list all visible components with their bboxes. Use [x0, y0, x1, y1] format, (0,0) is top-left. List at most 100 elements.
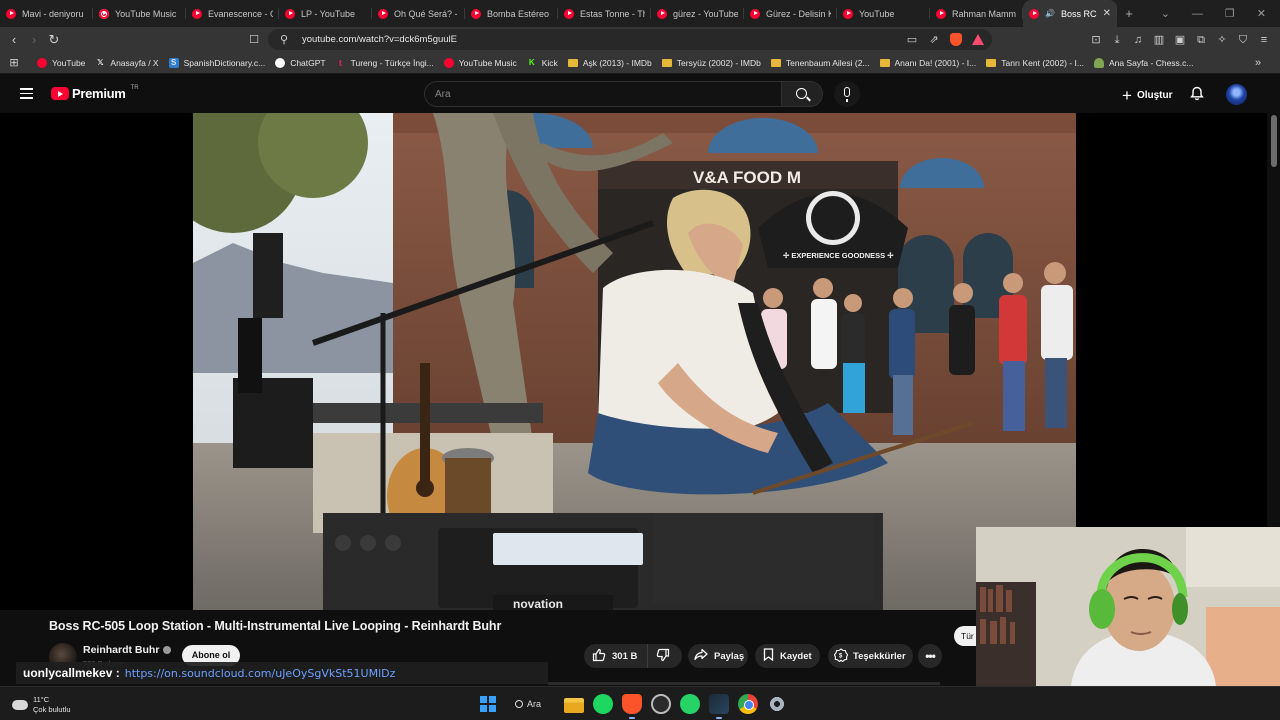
back-icon[interactable]: ‹ [4, 32, 24, 47]
video-frame-image: V&A FOOD M ✢ EXPERIENCE GOODNESS ✢ novat… [193, 113, 1076, 610]
account-avatar[interactable] [1226, 84, 1247, 105]
super-thanks-icon: $ [833, 647, 849, 665]
split-view-icon[interactable]: ▥ [1153, 34, 1165, 46]
sidebar-toggle-icon[interactable]: ⊡ [1090, 34, 1102, 46]
thanks-label: Teşekkürler [853, 650, 906, 662]
forward-icon[interactable]: › [24, 32, 44, 47]
browser-tab[interactable]: Oh Qué Será? - Y [372, 0, 465, 27]
whatsapp-icon[interactable] [680, 694, 700, 714]
notifications-bell-icon[interactable] [1190, 86, 1204, 101]
browser-tab[interactable]: Estas Tonne - Th [558, 0, 651, 27]
bookmark-item[interactable]: YouTube [32, 57, 90, 68]
spotify-icon[interactable] [593, 694, 613, 714]
browser-tab[interactable]: Rahman Mamm [930, 0, 1023, 27]
brave-shields-icon[interactable] [950, 33, 962, 46]
steam-icon[interactable] [709, 694, 729, 719]
scrollbar-thumb[interactable] [1271, 115, 1277, 167]
close-tab-icon[interactable]: ✕ [1103, 8, 1111, 19]
maximize-icon[interactable]: ❐ [1225, 7, 1235, 20]
site-info-icon[interactable]: ⚲ [278, 34, 290, 46]
close-window-icon[interactable]: ✕ [1257, 7, 1266, 20]
apps-grid-icon[interactable]: ⊞ [8, 57, 20, 69]
webcam-overlay [976, 527, 1280, 686]
browser-tab[interactable]: Evanescence - G [186, 0, 279, 27]
bookmark-item[interactable]: Ananı Da! (2001) - I... [875, 58, 982, 68]
browser-tab[interactable]: 🔊 Boss RC- ✕ [1023, 0, 1117, 27]
media-control-icon[interactable]: ♫ [1132, 34, 1144, 46]
youtube-icon [750, 8, 760, 19]
browser-tab[interactable]: YouTube Music [93, 0, 186, 27]
settings-gear-icon[interactable] [767, 694, 787, 714]
gpt-icon [275, 57, 286, 68]
tab-search-icon[interactable]: ⌄ [1161, 7, 1170, 20]
tab-list: Mavi - deniyoru YouTube Music Evanescence … [0, 0, 1117, 27]
tab-label: YouTube [859, 8, 895, 19]
weather-widget[interactable]: 11°C Çok bulutlu [12, 695, 71, 714]
taskbar-search[interactable]: Ara [507, 694, 555, 714]
bookmark-item[interactable]: 𝕏 Anasayfa / X [90, 58, 163, 68]
microphone-icon [844, 87, 850, 102]
voice-search-button[interactable] [834, 81, 860, 107]
youtube-header: Premium TR + Oluştur [0, 75, 1280, 113]
wallet-icon[interactable]: ▣ [1174, 34, 1186, 46]
weather-temperature: 11°C [33, 695, 50, 704]
dislike-button[interactable] [648, 648, 678, 665]
download-icon[interactable]: ⤓ [1111, 34, 1123, 46]
youtube-premium-logo[interactable]: Premium TR [51, 85, 139, 101]
channel-name[interactable]: Reinhardt Buhr [83, 644, 159, 656]
channel-name-row[interactable]: Reinhardt Buhr [83, 644, 172, 656]
thanks-button[interactable]: $ Teşekkürler [828, 644, 913, 668]
share-button[interactable]: Paylaş [688, 644, 748, 668]
save-label: Kaydet [780, 650, 812, 662]
browser-tab[interactable]: YouTube [837, 0, 930, 27]
new-tab-button[interactable]: + [1117, 6, 1141, 21]
leo-ai-icon[interactable]: ✧ [1216, 34, 1228, 46]
bookmark-page-icon[interactable]: ☐ [244, 33, 264, 46]
chrome-icon[interactable] [738, 694, 758, 714]
bookmark-label: SpanishDictionary.c... [183, 57, 266, 68]
bookmark-item[interactable]: Aşk (2013) - IMDb [563, 58, 657, 68]
bookmark-item[interactable]: Tanrı Kent (2002) - I... [981, 58, 1089, 68]
bookmark-label: Anasayfa / X [110, 57, 159, 68]
windows-start-icon[interactable] [478, 694, 498, 714]
bookmark-item[interactable]: Tenenbaum Ailesi (2... [766, 58, 875, 68]
guide-menu-icon[interactable] [20, 88, 33, 99]
browser-tab[interactable]: Gürez - Delisin K [744, 0, 837, 27]
bookmark-item[interactable]: Tersyüz (2002) - IMDb [657, 58, 766, 68]
share-arrow-icon [694, 648, 708, 664]
address-bar[interactable]: ⚲ youtube.com/watch?v=dck6m5guulE ▭ ⇗ [268, 29, 992, 50]
like-button[interactable]: 301 B [584, 644, 649, 668]
folder-icon [879, 58, 890, 67]
vpn-icon[interactable]: ⛉ [1237, 34, 1249, 46]
file-explorer-icon[interactable] [564, 698, 584, 713]
bookmark-item[interactable]: S SpanishDictionary.c... [164, 57, 271, 68]
browser-tab[interactable]: LP - YouTube [279, 0, 372, 27]
video-player[interactable]: V&A FOOD M ✢ EXPERIENCE GOODNESS ✢ novat… [193, 113, 1076, 610]
reload-icon[interactable]: ↻ [44, 32, 64, 48]
browser-menu-icon[interactable]: ≡ [1258, 34, 1270, 46]
browser-tab[interactable]: Mavi - deniyoru [0, 0, 93, 27]
search-input[interactable] [435, 88, 781, 100]
search-button[interactable] [781, 81, 823, 107]
bookmark-item[interactable]: ChatGPT [270, 57, 330, 68]
steam-alt-icon[interactable] [651, 694, 671, 714]
chat-link[interactable]: https://on.soundcloud.com/uJeOySgVkSt51U… [125, 667, 396, 680]
create-button[interactable]: + Oluştur [1116, 84, 1179, 106]
bookmark-item[interactable]: Ana Sayfa - Chess.c... [1089, 57, 1199, 68]
browser-tab[interactable]: gürez - YouTube [651, 0, 744, 27]
browser-tab[interactable]: Bomba Estéreo - [465, 0, 558, 27]
cast-icon[interactable]: ▭ [906, 34, 918, 46]
brave-browser-icon[interactable] [622, 694, 642, 719]
brave-rewards-icon[interactable] [972, 34, 984, 45]
share-page-icon[interactable]: ⇗ [928, 34, 940, 46]
more-actions-button[interactable]: ••• [918, 644, 942, 668]
bookmark-item[interactable]: YouTube Music [439, 57, 522, 68]
bookmarks-bar: ⊞ YouTube 𝕏 Anasayfa / X S SpanishDictionary… [0, 52, 1280, 74]
more-bookmarks-icon[interactable]: » [1252, 57, 1264, 69]
save-button[interactable]: Kaydet [755, 644, 820, 668]
bookmark-item[interactable]: t Tureng - Türkçe İngi... [331, 58, 439, 68]
minimize-icon[interactable]: — [1192, 8, 1203, 20]
extensions-icon[interactable]: ⧉ [1195, 34, 1207, 46]
audio-playing-icon[interactable]: 🔊 [1045, 9, 1055, 18]
bookmark-item[interactable]: K Kick [522, 58, 563, 68]
